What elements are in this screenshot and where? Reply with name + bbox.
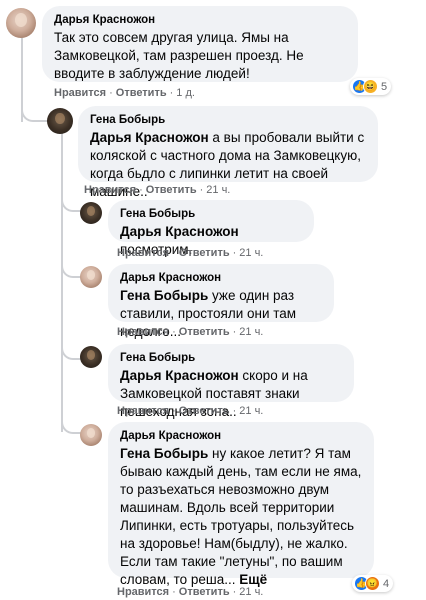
reply-button[interactable]: Ответить	[179, 405, 230, 417]
comment-actions: Нравится · Ответить · 21 ч.	[117, 586, 263, 598]
mention-link[interactable]: Дарья Красножон	[90, 130, 209, 145]
comment-bubble: Дарья Красножон Так это совсем другая ул…	[42, 6, 358, 82]
comment-bubble: Гена Бобырь Дарья Красножон посмотрим..	[108, 200, 314, 257]
reaction-count: 5	[381, 80, 388, 93]
thread-curve-reply-5	[61, 414, 81, 434]
like-button[interactable]: Нравится	[84, 184, 136, 196]
reactions-summary[interactable]: 👍 😠 4	[352, 575, 394, 592]
timestamp[interactable]: 21 ч.	[206, 184, 230, 196]
comment-author[interactable]: Гена Бобырь	[120, 207, 302, 221]
separator: ·	[109, 87, 113, 99]
comment-actions: Нравится · Ответить · 21 ч.	[117, 326, 263, 338]
separator: ·	[172, 586, 176, 598]
comment-author[interactable]: Дарья Красножон	[54, 13, 346, 27]
comment-body: ну какое летит? Я там бываю каждый день,…	[120, 446, 362, 587]
thread-line-reply	[61, 132, 63, 432]
separator: ·	[172, 326, 176, 338]
reactions-summary[interactable]: 👍 😆 5	[350, 78, 392, 95]
reaction-count: 4	[383, 577, 390, 590]
comment-actions: Нравится · Ответить · 1 д.	[54, 87, 195, 99]
comment-text: Гена Бобырь ну какое летит? Я там бываю …	[120, 445, 362, 589]
comment-actions: Нравится · Ответить · 21 ч.	[117, 405, 263, 417]
avatar[interactable]	[47, 108, 73, 134]
like-button[interactable]: Нравится	[54, 87, 106, 99]
mention-link[interactable]: Гена Бобырь	[120, 446, 208, 461]
angry-reaction-icon: 😠	[365, 576, 380, 591]
timestamp[interactable]: 21 ч.	[239, 405, 263, 417]
like-button[interactable]: Нравится	[117, 326, 169, 338]
avatar[interactable]	[6, 8, 36, 38]
thread-curve-reply-2	[61, 192, 81, 212]
separator: ·	[139, 184, 143, 196]
separator: ·	[199, 184, 204, 196]
separator: ·	[232, 405, 237, 417]
mention-link[interactable]: Гена Бобырь	[120, 288, 208, 303]
mention-link[interactable]: Дарья Красножон	[120, 224, 239, 239]
like-button[interactable]: Нравится	[117, 405, 169, 417]
separator: ·	[169, 87, 174, 99]
separator: ·	[232, 586, 237, 598]
like-button[interactable]: Нравится	[117, 586, 169, 598]
avatar[interactable]	[80, 346, 102, 368]
separator: ·	[232, 247, 237, 259]
separator: ·	[232, 326, 237, 338]
thread-curve-reply-3	[61, 258, 81, 278]
avatar[interactable]	[80, 424, 102, 446]
thread-curve-reply-4	[61, 340, 81, 360]
timestamp[interactable]: 21 ч.	[239, 326, 263, 338]
comment-bubble: Гена Бобырь Дарья Красножон а вы пробова…	[78, 106, 378, 199]
timestamp[interactable]: 21 ч.	[239, 247, 263, 259]
comment-author[interactable]: Гена Бобырь	[90, 113, 366, 127]
comment-bubble: Дарья Красножон Гена Бобырь уже один раз…	[108, 264, 334, 339]
haha-reaction-icon: 😆	[363, 79, 378, 94]
comment-actions: Нравится · Ответить · 21 ч.	[117, 247, 263, 259]
reply-button[interactable]: Ответить	[146, 184, 197, 196]
separator: ·	[172, 405, 176, 417]
separator: ·	[172, 247, 176, 259]
mention-link[interactable]: Дарья Красножон	[120, 368, 239, 383]
reply-button[interactable]: Ответить	[179, 247, 230, 259]
see-more-link[interactable]: Ещё	[239, 572, 267, 587]
avatar[interactable]	[80, 202, 102, 224]
comment-text: Так это совсем другая улица. Ямы на Замк…	[54, 30, 304, 81]
comment-actions: Нравится · Ответить · 21 ч.	[84, 184, 230, 196]
avatar[interactable]	[80, 266, 102, 288]
comment-bubble: Гена Бобырь Дарья Красножон скоро и на З…	[108, 344, 354, 419]
comment-bubble: Дарья Красножон Гена Бобырь ну какое лет…	[108, 422, 374, 587]
comment-author[interactable]: Дарья Красножон	[120, 271, 322, 285]
like-button[interactable]: Нравится	[117, 247, 169, 259]
comment-author[interactable]: Дарья Красножон	[120, 429, 362, 443]
reply-button[interactable]: Ответить	[179, 326, 230, 338]
reply-button[interactable]: Ответить	[116, 87, 167, 99]
reply-button[interactable]: Ответить	[179, 586, 230, 598]
timestamp[interactable]: 21 ч.	[239, 586, 263, 598]
timestamp[interactable]: 1 д.	[176, 87, 195, 99]
comment-author[interactable]: Гена Бобырь	[120, 351, 342, 365]
